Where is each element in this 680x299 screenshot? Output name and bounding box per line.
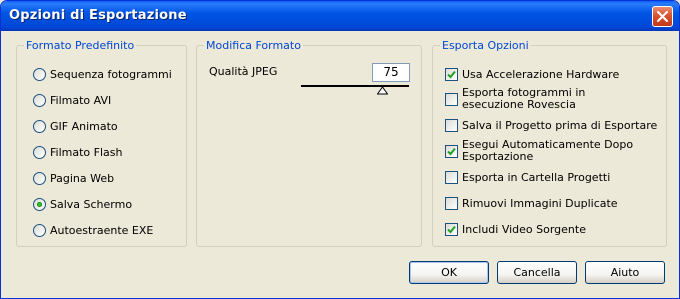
preset-option-label: Salva Schermo [50, 198, 133, 211]
ok-button[interactable]: OK [409, 261, 489, 284]
radio-button[interactable] [33, 146, 46, 159]
close-icon [657, 11, 668, 22]
preset-option-label: Pagina Web [50, 172, 115, 185]
radio-button[interactable] [33, 172, 46, 185]
checkmark-icon [447, 225, 456, 234]
radio-button[interactable] [33, 224, 46, 237]
radio-button[interactable] [33, 198, 46, 211]
export-options-legend: Esporta Opzioni [440, 39, 531, 52]
checkbox[interactable] [445, 223, 458, 236]
radio-button[interactable] [33, 94, 46, 107]
checkmark-icon [447, 70, 456, 79]
jpeg-quality-label: Qualità JPEG [209, 65, 278, 78]
export-option-label: Includi Video Sorgente [462, 223, 586, 236]
preset-format-group: Formato Predefinito Sequenza fotogrammi F… [16, 39, 187, 247]
checkbox[interactable] [445, 119, 458, 132]
jpeg-quality-slider-thumb[interactable] [376, 87, 388, 95]
jpeg-quality-slider-track[interactable] [301, 85, 409, 87]
jpeg-quality-input[interactable]: 75 [372, 63, 410, 82]
edit-format-group: Modifica Formato Qualità JPEG 75 [196, 39, 422, 247]
export-option-label: Rimuovi Immagini Duplicate [462, 197, 618, 210]
export-option-label: Esegui Automaticamente Dopo Esportazione [462, 138, 634, 163]
preset-option-label: Autoestraente EXE [50, 224, 154, 237]
help-button[interactable]: Aiuto [585, 261, 665, 284]
checkbox[interactable] [445, 171, 458, 184]
export-options-group: Esporta Opzioni Usa Accelerazione Hardwa… [432, 39, 667, 247]
export-option-label: Esporta in Cartella Progetti [462, 171, 611, 184]
title-bar[interactable]: Opzioni di Esportazione [1, 1, 679, 31]
preset-option-label: Filmato Flash [50, 146, 123, 159]
checkbox[interactable] [445, 145, 458, 158]
preset-option-label: Sequenza fotogrammi [50, 68, 172, 81]
checkbox[interactable] [445, 93, 458, 106]
export-options-dialog: Opzioni di Esportazione Formato Predefin… [0, 0, 680, 299]
window-title: Opzioni di Esportazione [9, 8, 187, 23]
preset-format-legend: Formato Predefinito [24, 39, 137, 52]
checkbox[interactable] [445, 197, 458, 210]
export-option-label: Usa Accelerazione Hardware [462, 68, 620, 81]
export-option-label: Esporta fotogrammi in esecuzione Rovesci… [462, 86, 586, 111]
preset-option-label: Filmato AVI [50, 94, 112, 107]
cancel-button[interactable]: Cancella [497, 261, 577, 284]
close-button[interactable] [652, 6, 673, 27]
export-option-label: Salva il Progetto prima di Esportare [462, 119, 658, 132]
radio-button[interactable] [33, 68, 46, 81]
preset-option-label: GIF Animato [50, 120, 118, 133]
edit-format-legend: Modifica Formato [204, 39, 303, 52]
checkmark-icon [447, 147, 456, 156]
radio-button[interactable] [33, 120, 46, 133]
checkbox[interactable] [445, 68, 458, 81]
